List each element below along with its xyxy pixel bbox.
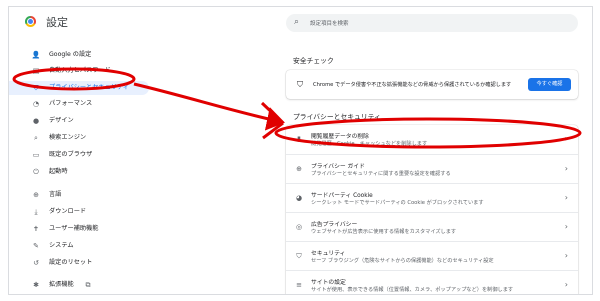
row-subtitle: 閲覧履歴、Cookie、キャッシュなどを削除します [311,141,428,147]
reset-icon: ↺ [33,259,39,267]
sidebar-item-default-browser[interactable]: ▭ 既定のブラウザ [9,148,149,162]
sidebar-item-label: 既定のブラウザ [49,151,93,158]
row-title: 広告プライバシー [311,222,358,228]
page-title: 設定 [46,16,68,29]
ad-privacy-icon: ◎ [295,223,303,231]
row-subtitle: ウェブサイトが広告表示に使用する情報をカスタマイズします [311,229,457,235]
security-shield-icon: ⛉ [296,252,302,260]
settings-window: 設定 ⌕ 設定項目を検索 👤 Google の設定 ▤ 自動入力とパスワード ⛉… [8,6,593,295]
chevron-right-icon: › [564,280,568,289]
row-title: サードパーティ Cookie [311,193,373,199]
privacy-guide-row[interactable]: ⊕ プライバシー ガイド プライバシーとセキュリティに関する重要な設定を確認する… [286,154,578,183]
sidebar-item-system[interactable]: ✎ システム [9,239,149,253]
row-title: セキュリティ [311,251,346,257]
sidebar-item-privacy-security[interactable]: ⛉ プライバシーとセキュリティ [9,81,149,95]
row-subtitle: シークレット モードでサードパーティの Cookie がブロックされています [311,200,484,206]
search-icon: ⌕ [294,17,300,27]
row-title: サイトの設定 [311,280,346,286]
search-icon: ⌕ [34,134,38,142]
clear-browsing-data-row[interactable]: ▮ 閲覧履歴データの削除 閲覧履歴、Cookie、キャッシュなどを削除します › [286,125,578,154]
top-bar: 設定 ⌕ 設定項目を検索 [9,7,592,37]
safety-check-heading: 安全チェック [293,57,334,65]
sidebar-item-label: 検索エンジン [49,134,87,141]
row-subtitle: サイトが使用、表示できる情報（位置情報、カメラ、ポップアップなど）を制御します [311,287,514,293]
check-now-button[interactable]: 今すぐ確認 [528,78,571,91]
accessibility-icon: ✝ [33,225,39,233]
chevron-right-icon: › [564,193,568,202]
row-subtitle: セーフ ブラウジング（危険なサイトからの保護機能）などのセキュリティ設定 [311,258,494,264]
row-title: 閲覧履歴データの削除 [311,134,369,140]
site-settings-row[interactable]: ≡ サイトの設定 サイトが使用、表示できる情報（位置情報、カメラ、ポップアップな… [286,270,578,294]
browser-icon: ▭ [32,151,40,159]
third-party-cookies-row[interactable]: ◕ サードパーティ Cookie シークレット モードでサードパーティの Coo… [286,183,578,212]
shield-icon: ⛉ [33,84,39,92]
globe-icon: ⊕ [33,191,39,199]
sidebar-item-label: 設定のリセット [49,259,93,266]
sidebar-item-accessibility[interactable]: ✝ ユーザー補助機能 [9,222,149,236]
cookie-icon: ◕ [295,194,303,202]
sidebar-item-design[interactable]: ● デザイン [9,114,149,128]
sidebar-item-autofill[interactable]: ▤ 自動入力とパスワード [9,64,149,78]
privacy-card: ▮ 閲覧履歴データの削除 閲覧履歴、Cookie、キャッシュなどを削除します ›… [286,125,578,294]
sidebar-item-extensions[interactable]: ✱ 拡張機能 ⧉ [9,278,149,292]
safety-check-card: ⛉ Chrome でデータ侵害や不正な拡張機能などの脅威から保護されているか確認… [286,70,578,99]
privacy-guide-icon: ⊕ [296,165,302,173]
shield-check-icon: ⛉ [297,80,303,89]
sidebar-item-label: 言語 [49,191,62,198]
chevron-right-icon: › [564,222,568,231]
trash-icon: ▮ [297,135,301,143]
row-title: プライバシー ガイド [311,164,365,170]
sidebar-item-label: Google の設定 [49,51,92,58]
chrome-logo-icon [25,16,36,27]
speedometer-icon: ◔ [32,100,40,108]
sidebar-item-reset[interactable]: ↺ 設定のリセット [9,256,149,270]
sidebar-item-label: デザイン [49,117,74,124]
download-icon: ⤓ [34,208,38,216]
safety-check-text: Chrome でデータ侵害や不正な拡張機能などの脅威から保護されているか確認しま… [313,82,512,88]
clipboard-icon: ▤ [32,67,40,75]
sidebar-item-label: システム [49,242,74,249]
search-placeholder: 設定項目を検索 [310,21,349,27]
chevron-right-icon: › [564,134,568,143]
sidebar-item-label: パフォーマンス [49,100,93,107]
sidebar-item-on-startup[interactable]: ⏻ 起動時 [9,165,149,179]
security-row[interactable]: ⛉ セキュリティ セーフ ブラウジング（危険なサイトからの保護機能）などのセキュ… [286,241,578,270]
privacy-section-heading: プライバシーとセキュリティ [293,113,381,121]
ad-privacy-row[interactable]: ◎ 広告プライバシー ウェブサイトが広告表示に使用する情報をカスタマイズします … [286,212,578,241]
palette-icon: ● [32,117,40,125]
open-in-new-icon: ⧉ [85,281,91,289]
sidebar-item-languages[interactable]: ⊕ 言語 [9,188,149,202]
person-icon: 👤 [31,51,41,59]
sidebar-item-label: ダウンロード [49,208,87,215]
chevron-right-icon: › [564,251,568,260]
sidebar-item-label: 起動時 [49,168,68,175]
puzzle-icon: ✱ [33,281,39,289]
sidebar-item-label: ユーザー補助機能 [49,225,99,232]
row-subtitle: プライバシーとセキュリティに関する重要な設定を確認する [311,171,451,177]
sidebar-item-performance[interactable]: ◔ パフォーマンス [9,97,149,111]
sidebar-item-label: プライバシーとセキュリティ [49,84,129,91]
sliders-icon: ≡ [296,281,302,289]
sidebar-item-search-engine[interactable]: ⌕ 検索エンジン [9,131,149,145]
sidebar-item-label: 拡張機能 [49,281,74,288]
sidebar-item-label: 自動入力とパスワード [49,67,111,74]
sidebar-item-downloads[interactable]: ⤓ ダウンロード [9,205,149,219]
sidebar-item-google-settings[interactable]: 👤 Google の設定 [9,48,149,62]
chevron-right-icon: › [564,164,568,173]
search-input[interactable]: ⌕ 設定項目を検索 [286,14,578,32]
wrench-icon: ✎ [33,242,39,250]
power-icon: ⏻ [33,168,39,176]
